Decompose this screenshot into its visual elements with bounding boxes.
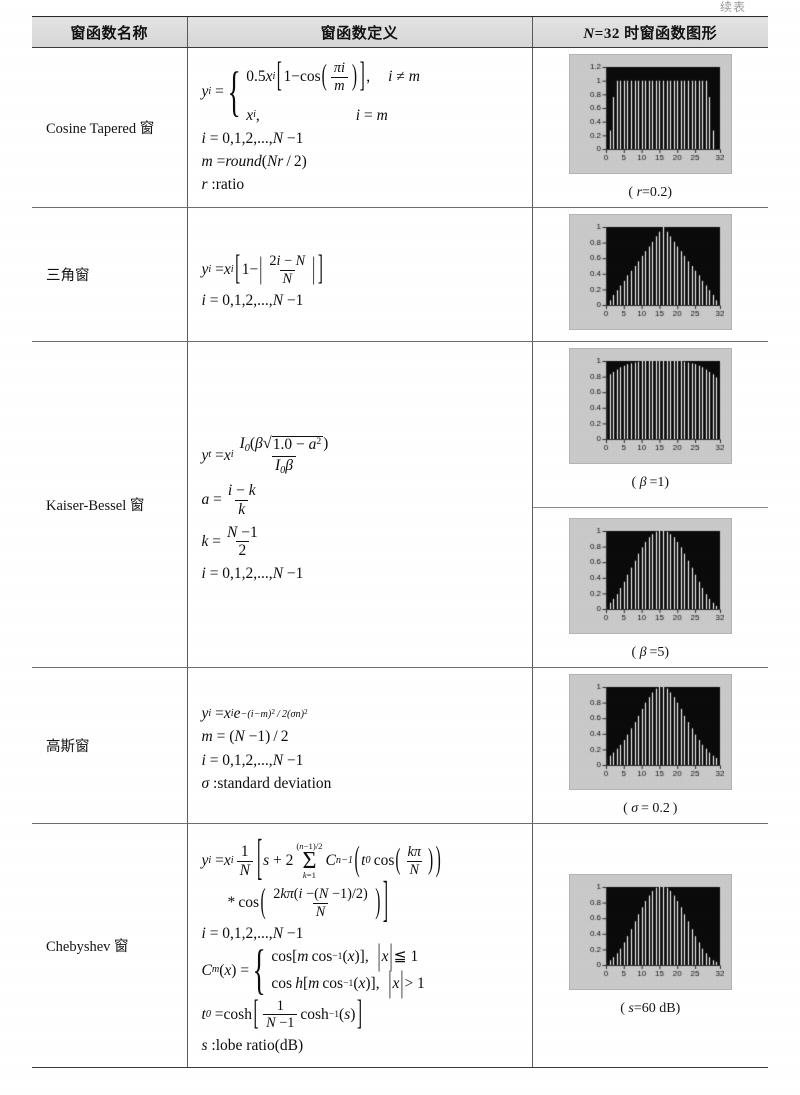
equation-chebyshev-s: s : lobe ratio(dB): [201, 1037, 304, 1055]
equation-chebyshev-cm: Cm(x) = { cos[m cos −1(x)], | x | ≦ 1 cos h…: [201, 939, 425, 1001]
continued-table-note: 续表: [719, 0, 746, 14]
caption-gaussian: ( σ = 0.2 ): [623, 801, 678, 816]
table-row: 高斯窗 yi = x i e −(i−m)2 / 2(σn)2 m = (N −1) …: [32, 667, 768, 824]
equation-kaiser-k: k = N −1 2: [201, 523, 258, 560]
row-name-cosine-tapered: Cosine Tapered 窗: [32, 47, 187, 208]
header-window-plot: N=32 时窗函数图形: [531, 16, 768, 48]
plot-box: [568, 874, 732, 991]
table-row: Kaiser-Bessel 窗 yt = xi I0(β √ 1.0 − a2) I0…: [32, 341, 768, 668]
equation-cosine-r: r : ratio: [201, 176, 245, 194]
equation-chebyshev-cont: * cos (2kπ(i −(N −1)/2) N)]: [227, 873, 389, 929]
row-figure-chebyshev: ( s=60 dB): [531, 823, 768, 1069]
equation-cosine-m: m = round(Nr / 2): [201, 153, 307, 171]
caption-chebyshev: ( s=60 dB): [620, 1001, 681, 1017]
table-header-row: 窗函数名称 窗函数定义 N=32 时窗函数图形: [32, 16, 768, 48]
header-window-definition: 窗函数定义: [186, 16, 532, 48]
row-name-gaussian: 高斯窗: [32, 667, 187, 824]
equation-kaiser-a: a = i − kk: [201, 482, 256, 518]
row-definition-gaussian: yi = x i e −(i−m)2 / 2(σn)2 m = (N −1) / 2 …: [186, 667, 532, 824]
equation-triangular-index: i = 0,1,2,..., N −1: [201, 292, 304, 310]
plot-box: [568, 518, 732, 634]
row-figure-gaussian: ( σ = 0.2 ): [531, 667, 768, 824]
equation-gaussian-main: yi = x i e −(i−m)2 / 2(σn)2: [201, 704, 308, 722]
row-definition-triangular: yi = xi [1− | 2i − N N | ] i = 0,1,2,..., N …: [186, 207, 532, 342]
row-figure-kaiser-bessel: ( β =1) ( β =5): [531, 341, 768, 668]
chart-kaiser-beta1: [575, 355, 724, 459]
window-functions-table: 窗函数名称 窗函数定义 N=32 时窗函数图形 Cosine Tapered 窗…: [32, 16, 768, 1069]
row-figure-triangular: [531, 207, 768, 342]
plot-box: [568, 348, 732, 464]
equation-chebyshev-main: yi = xi 1N [s + 2 (n−1)/2 Σk=1 Cn−1 (t 0 c…: [201, 831, 441, 887]
row-name-chebyshev: Chebyshev 窗: [32, 823, 187, 1069]
equation-gaussian-index: i = 0,1,2,..., N −1: [201, 751, 304, 769]
equation-chebyshev-t0: t0 = cosh [1 N −1 cosh −1(s)]: [201, 994, 363, 1033]
row-name-triangular: 三角窗: [32, 207, 187, 342]
row-definition-kaiser-bessel: yt = xi I0(β √ 1.0 − a2) I0β a = i − kk k =…: [186, 341, 532, 668]
row-definition-cosine-tapered: yi = { 0.5 x i [1− cos (πi m) ], i ≠ m x…: [186, 47, 532, 208]
caption-kaiser-beta1: ( β =1): [631, 475, 670, 490]
equation-gaussian-m: m = (N −1) / 2: [201, 728, 289, 746]
chart-triangular: [575, 221, 724, 325]
table-row: Cosine Tapered 窗 yi = { 0.5xi [1−cos: [32, 47, 768, 208]
row-figure-cosine-tapered: ( r=0.2): [531, 47, 768, 208]
equation-kaiser-index: i = 0,1,2,..., N −1: [201, 565, 304, 583]
equation-kaiser-main: yt = xi I0(β √ 1.0 − a2) I0β: [201, 434, 329, 476]
scanned-table-page: 续表 窗函数名称 窗函数定义 N=32 时窗函数图形 Cosine Tapere…: [0, 0, 800, 1095]
equation-gaussian-sigma: σ : standard deviation: [201, 774, 332, 792]
equation-triangular-main: yi = xi [1− | 2i − N N | ]: [201, 249, 323, 289]
plot-box: [568, 54, 732, 174]
table-row: Chebyshev 窗 yi = xi 1N [s + 2 (n−1)/2 Σk=…: [32, 823, 768, 1069]
header-window-name: 窗函数名称: [32, 16, 187, 48]
chart-chebyshev: [575, 881, 724, 986]
caption-kaiser-beta5: ( β =5): [631, 645, 670, 660]
caption-cosine-tapered: ( r=0.2): [628, 185, 673, 200]
plot-box: [568, 214, 732, 330]
chart-gaussian: [575, 681, 724, 785]
equation-cosine-index: i = 0,1,2,..., N −1: [201, 129, 304, 147]
row-name-kaiser-bessel: Kaiser-Bessel 窗: [32, 341, 187, 668]
header-n-symbol: N: [583, 25, 595, 42]
table-row: 三角窗 yi = xi [1− | 2i − N N | ] i = 0,1,2,..…: [32, 207, 768, 342]
row-definition-chebyshev: yi = xi 1N [s + 2 (n−1)/2 Σk=1 Cn−1 (t 0 c…: [186, 823, 532, 1069]
equation-chebyshev-index: i = 0,1,2,..., N −1: [201, 925, 304, 943]
chart-cosine-tapered: [575, 61, 724, 169]
plot-box: [568, 674, 732, 790]
equation-cosine-main: yi = { 0.5 x i [1− cos (πi m) ], i ≠ m x…: [201, 56, 420, 124]
figure-divider: [532, 507, 768, 508]
chart-kaiser-beta5: [575, 525, 724, 629]
